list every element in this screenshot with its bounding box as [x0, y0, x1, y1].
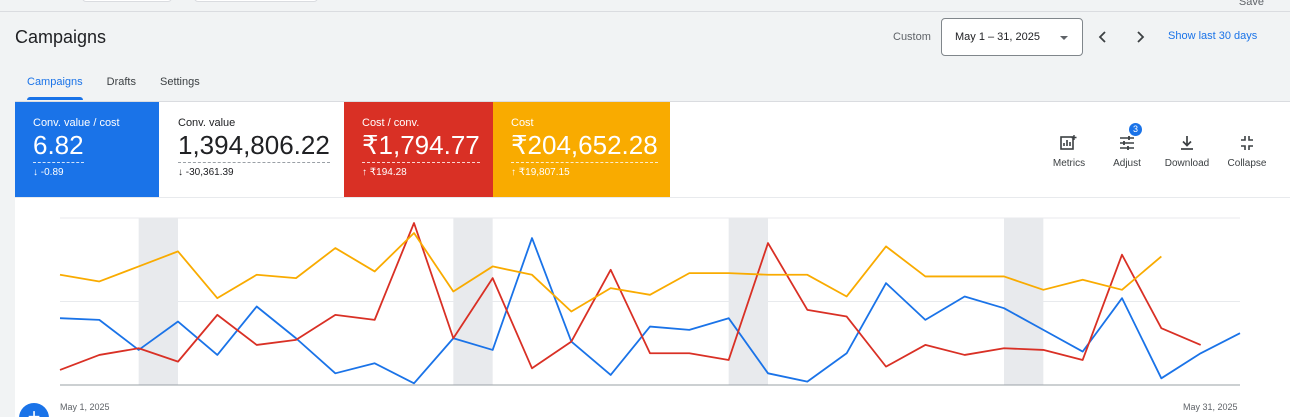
scorecard-delta: ↑ ₹19,807.15 — [511, 167, 670, 178]
top-toolbar-strip: Save — [0, 0, 1290, 12]
scorecard-conv-value[interactable]: Conv. value 1,394,806.22 ↓ -30,361.39 — [160, 102, 343, 197]
scorecard-value: 1,394,806.22 — [178, 129, 330, 163]
scorecard-label: Conv. value / cost — [33, 117, 120, 129]
collapse-button[interactable]: Collapse — [1219, 134, 1275, 169]
performance-line-chart — [59, 217, 1241, 386]
series-line-2 — [59, 232, 1162, 313]
scorecard-label: Cost / conv. — [362, 117, 420, 129]
adjust-label: Adjust — [1113, 158, 1141, 169]
collapse-label: Collapse — [1227, 158, 1267, 169]
arrow-down-icon: ↓ — [33, 167, 38, 178]
show-last-30-days-link[interactable]: Show last 30 days — [1168, 30, 1257, 42]
adjust-button[interactable]: 3 Adjust — [1099, 123, 1155, 169]
toolbar-stub-1[interactable] — [82, 0, 172, 2]
date-range-value: May 1 – 31, 2025 — [955, 31, 1041, 43]
series-line-0 — [59, 237, 1241, 385]
scorecard-delta-value: ₹194.28 — [369, 167, 407, 178]
save-button[interactable]: Save — [1239, 0, 1264, 8]
scorecard-delta-value: -0.89 — [40, 167, 64, 178]
page-title: Campaigns — [15, 27, 107, 47]
chevron-right-icon — [1137, 31, 1145, 43]
tab-settings[interactable]: Settings — [148, 72, 212, 100]
previous-period-button[interactable] — [1093, 26, 1113, 48]
adjust-icon — [1120, 136, 1134, 150]
download-button[interactable]: Download — [1159, 134, 1215, 169]
scorecard-value: 6.82 — [33, 129, 84, 163]
arrow-down-icon: ↓ — [178, 167, 183, 178]
scorecard-delta-value: ₹19,807.15 — [518, 167, 570, 178]
collapse-icon — [1241, 136, 1253, 150]
scorecard-value: ₹1,794.77 — [362, 129, 480, 163]
tab-bar: Campaigns Drafts Settings — [15, 72, 212, 100]
toolbar-stub-2[interactable] — [194, 0, 318, 2]
performance-panel: Conv. value / cost 6.82 ↓ -0.89 Conv. va… — [15, 101, 1290, 417]
scorecard-label: Cost — [511, 117, 534, 129]
scorecard-delta-value: -30,361.39 — [185, 167, 234, 178]
scorecard-delta: ↓ -0.89 — [33, 167, 159, 178]
plus-icon: + — [27, 404, 41, 417]
metrics-button[interactable]: Metrics — [1041, 134, 1097, 169]
arrow-up-icon: ↑ — [511, 167, 516, 178]
tab-campaigns[interactable]: Campaigns — [15, 72, 95, 100]
scorecard-cost[interactable]: Cost ₹204,652.28 ↑ ₹19,807.15 — [493, 102, 670, 197]
date-range-select[interactable]: May 1 – 31, 2025 — [941, 18, 1083, 56]
metrics-icon — [1060, 135, 1077, 150]
tab-drafts[interactable]: Drafts — [95, 72, 148, 100]
x-axis-start-label: May 1, 2025 — [60, 402, 110, 412]
scorecard-delta: ↑ ₹194.28 — [362, 167, 493, 178]
download-icon — [1181, 136, 1193, 150]
scorecard-delta: ↓ -30,361.39 — [178, 167, 343, 178]
scorecard-cost-per-conv[interactable]: Cost / conv. ₹1,794.77 ↑ ₹194.28 — [344, 102, 493, 197]
scorecard-conv-value-cost[interactable]: Conv. value / cost 6.82 ↓ -0.89 — [15, 102, 159, 197]
download-label: Download — [1164, 158, 1210, 169]
metrics-label: Metrics — [1052, 158, 1086, 169]
chevron-left-icon — [1098, 31, 1106, 43]
next-period-button[interactable] — [1130, 26, 1150, 48]
x-axis-end-label: May 31, 2025 — [1183, 402, 1238, 412]
scorecard-value: ₹204,652.28 — [511, 129, 658, 163]
adjust-badge: 3 — [1129, 123, 1142, 136]
arrow-up-icon: ↑ — [362, 167, 367, 178]
custom-label: Custom — [893, 31, 931, 43]
caret-down-icon — [1060, 36, 1068, 40]
scorecard-label: Conv. value — [178, 117, 236, 129]
